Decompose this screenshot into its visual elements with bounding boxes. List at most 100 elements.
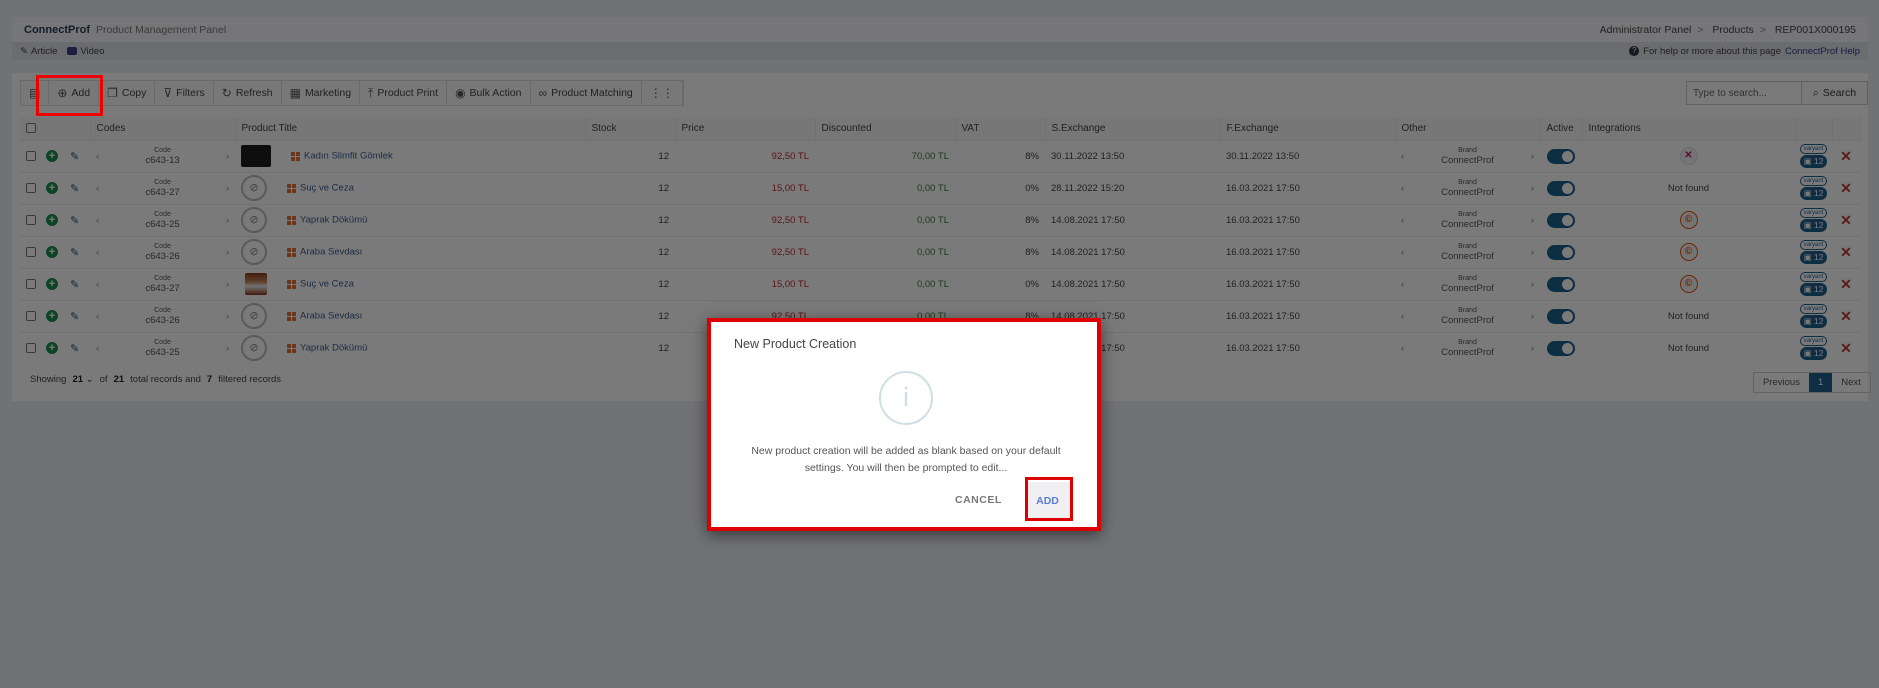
add-variant-icon[interactable]: + xyxy=(46,246,58,258)
column-header[interactable]: F.Exchange xyxy=(1220,117,1396,140)
edit-icon[interactable]: ✎ xyxy=(70,182,79,195)
refresh-button[interactable]: ↻ Refresh xyxy=(214,81,282,105)
chevron-right-icon[interactable]: › xyxy=(226,151,229,162)
chevron-right-icon[interactable]: › xyxy=(1531,215,1534,226)
add-variant-icon[interactable]: + xyxy=(46,310,58,322)
product-title-link[interactable]: Suç ve Ceza xyxy=(300,279,354,290)
edit-icon[interactable]: ✎ xyxy=(70,214,79,227)
active-toggle[interactable] xyxy=(1547,244,1575,260)
previous-button[interactable]: Previous xyxy=(1754,373,1809,392)
delete-icon[interactable]: ✕ xyxy=(1840,276,1852,292)
column-header[interactable]: Price xyxy=(675,117,816,140)
grid-button[interactable]: ⋮⋮ xyxy=(642,81,683,105)
product-print-button[interactable]: ⤒ Product Print xyxy=(360,81,448,105)
variant-badge[interactable]: varyant ▣ 12 xyxy=(1799,272,1828,296)
marketplace-logo-icon[interactable]: ✕ xyxy=(1679,147,1698,165)
row-checkbox[interactable] xyxy=(26,151,36,161)
chevron-right-icon[interactable]: › xyxy=(226,279,229,290)
chevron-right-icon[interactable]: › xyxy=(1531,311,1534,322)
row-checkbox[interactable] xyxy=(26,183,36,193)
bulk-action-button[interactable]: ◉ Bulk Action xyxy=(447,81,531,105)
product-title-link[interactable]: Araba Sevdası xyxy=(300,311,362,322)
marketplace-logo-icon[interactable]: © xyxy=(1679,243,1698,261)
delete-icon[interactable]: ✕ xyxy=(1840,180,1852,196)
chevron-left-icon[interactable]: ‹ xyxy=(1401,151,1404,162)
marketplace-logo-icon[interactable]: © xyxy=(1679,275,1698,293)
variant-badge[interactable]: varyant ▣ 12 xyxy=(1799,336,1828,361)
row-checkbox[interactable] xyxy=(26,343,36,354)
article-link[interactable]: ✎ Article xyxy=(20,46,57,57)
add-variant-icon[interactable]: + xyxy=(46,150,58,162)
breadcrumb-item[interactable]: Administrator Panel xyxy=(1600,24,1692,36)
add-button[interactable]: ⊕ Add xyxy=(49,81,100,105)
next-button[interactable]: Next xyxy=(1832,373,1870,392)
delete-icon[interactable]: ✕ xyxy=(1840,212,1852,228)
search-input[interactable] xyxy=(1687,82,1801,104)
chevron-left-icon[interactable]: ‹ xyxy=(96,343,99,354)
product-thumbnail[interactable] xyxy=(241,145,271,167)
marketing-button[interactable]: ▦ Marketing xyxy=(282,81,361,105)
chevron-right-icon[interactable]: › xyxy=(1531,343,1534,354)
chevron-right-icon[interactable]: › xyxy=(226,311,229,322)
chevron-right-icon[interactable]: › xyxy=(1531,279,1534,290)
column-header[interactable]: Active xyxy=(1540,117,1583,140)
chevron-right-icon[interactable]: › xyxy=(226,343,229,354)
chevron-left-icon[interactable]: ‹ xyxy=(96,183,99,194)
delete-icon[interactable]: ✕ xyxy=(1840,148,1852,164)
active-toggle[interactable] xyxy=(1547,340,1575,356)
product-matching-button[interactable]: ∞ Product Matching xyxy=(531,81,642,105)
filters-button[interactable]: ⊽ Filters xyxy=(155,81,214,105)
edit-icon[interactable]: ✎ xyxy=(70,246,79,259)
chevron-right-icon[interactable]: › xyxy=(1531,183,1534,194)
chevron-left-icon[interactable]: ‹ xyxy=(1401,247,1404,258)
delete-icon[interactable]: ✕ xyxy=(1840,244,1852,260)
column-header[interactable]: Other xyxy=(1395,117,1541,140)
delete-icon[interactable]: ✕ xyxy=(1840,308,1852,324)
active-toggle[interactable] xyxy=(1547,276,1575,292)
add-variant-icon[interactable]: + xyxy=(46,182,58,194)
marketplace-logo-icon[interactable]: © xyxy=(1679,211,1698,229)
variant-badge[interactable]: varyant ▣ 12 xyxy=(1799,176,1828,200)
column-header[interactable]: Product Title xyxy=(235,117,586,140)
chevron-right-icon[interactable]: › xyxy=(226,247,229,258)
edit-icon[interactable]: ✎ xyxy=(70,310,79,323)
add-variant-icon[interactable]: + xyxy=(46,342,58,355)
chevron-right-icon[interactable]: › xyxy=(1531,151,1534,162)
product-title-link[interactable]: Kadın Slimfit Gömlek xyxy=(304,151,393,162)
copy-button[interactable]: ❐ Copy xyxy=(99,81,156,105)
product-title-link[interactable]: Yaprak Dökümü xyxy=(300,215,367,226)
chevron-left-icon[interactable]: ‹ xyxy=(96,311,99,322)
chevron-left-icon[interactable]: ‹ xyxy=(96,279,99,290)
delete-icon[interactable]: ✕ xyxy=(1840,340,1852,356)
row-checkbox[interactable] xyxy=(26,311,36,321)
row-checkbox[interactable] xyxy=(26,279,36,289)
active-toggle[interactable] xyxy=(1547,180,1575,196)
column-header[interactable]: Stock xyxy=(585,117,676,140)
variant-badge[interactable]: varyant ▣ 12 xyxy=(1799,208,1828,232)
row-checkbox[interactable] xyxy=(26,247,36,257)
product-thumbnail[interactable] xyxy=(245,273,267,295)
edit-icon[interactable]: ✎ xyxy=(70,342,79,355)
chevron-left-icon[interactable]: ‹ xyxy=(96,247,99,258)
column-header[interactable]: Integrations xyxy=(1582,117,1796,140)
add-variant-icon[interactable]: + xyxy=(46,278,58,290)
video-link[interactable]: Video xyxy=(67,46,105,57)
chevron-right-icon[interactable]: › xyxy=(226,183,229,194)
edit-icon[interactable]: ✎ xyxy=(70,278,79,291)
chevron-left-icon[interactable]: ‹ xyxy=(1401,279,1404,290)
chevron-left-icon[interactable]: ‹ xyxy=(1401,183,1404,194)
add-variant-icon[interactable]: + xyxy=(46,214,58,226)
chevron-left-icon[interactable]: ‹ xyxy=(96,215,99,226)
variant-badge[interactable]: varyant ▣ 12 xyxy=(1799,304,1828,328)
column-header[interactable]: VAT xyxy=(955,117,1046,140)
column-header[interactable]: Codes xyxy=(90,117,236,140)
product-title-link[interactable]: Suç ve Ceza xyxy=(300,183,354,194)
product-title-link[interactable]: Araba Sevdası xyxy=(300,247,362,258)
active-toggle[interactable] xyxy=(1547,148,1575,164)
search-button[interactable]: ⌕ Search xyxy=(1801,82,1867,104)
variant-badge[interactable]: varyant ▣ 12 xyxy=(1799,144,1828,168)
breadcrumb-item[interactable]: Products xyxy=(1712,24,1753,36)
column-header[interactable]: S.Exchange xyxy=(1045,117,1221,140)
row-checkbox[interactable] xyxy=(26,215,36,225)
chevron-left-icon[interactable]: ‹ xyxy=(96,151,99,162)
